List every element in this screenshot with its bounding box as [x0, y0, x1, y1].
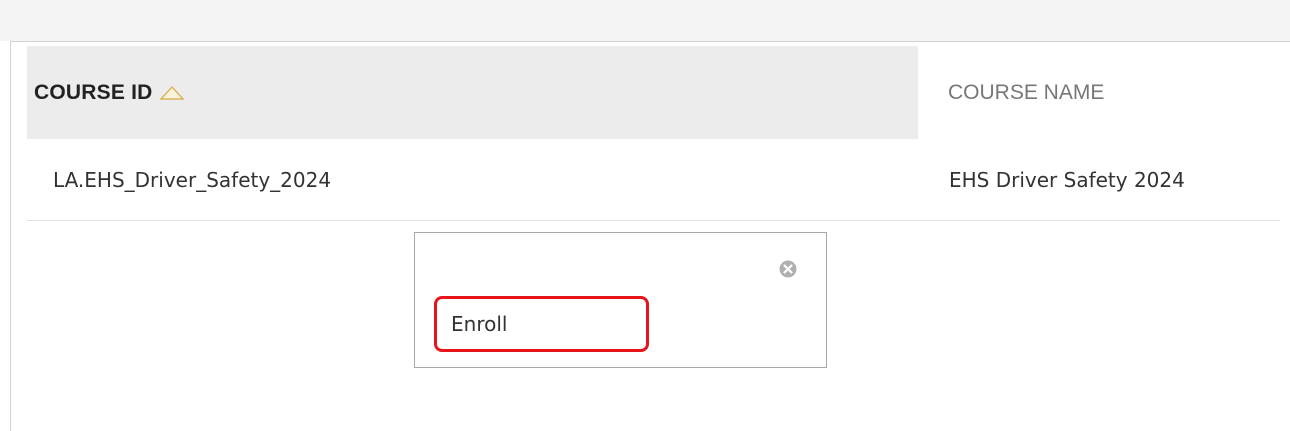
- course-id-cell[interactable]: LA.EHS_Driver_Safety_2024: [53, 139, 331, 221]
- column-header-course-name[interactable]: COURSE NAME: [918, 46, 1280, 139]
- top-bar: [0, 0, 1290, 41]
- close-icon[interactable]: [779, 260, 797, 278]
- column-header-course-id[interactable]: COURSE ID: [27, 46, 918, 139]
- context-menu: Enroll: [414, 232, 827, 368]
- sort-ascending-icon: [160, 85, 185, 100]
- table-row: LA.EHS_Driver_Safety_2024 EHS Driver Saf…: [27, 139, 1280, 221]
- column-header-course-id-label: COURSE ID: [34, 80, 153, 104]
- enroll-menu-item[interactable]: Enroll: [434, 296, 649, 352]
- course-name-cell: EHS Driver Safety 2024: [949, 168, 1185, 192]
